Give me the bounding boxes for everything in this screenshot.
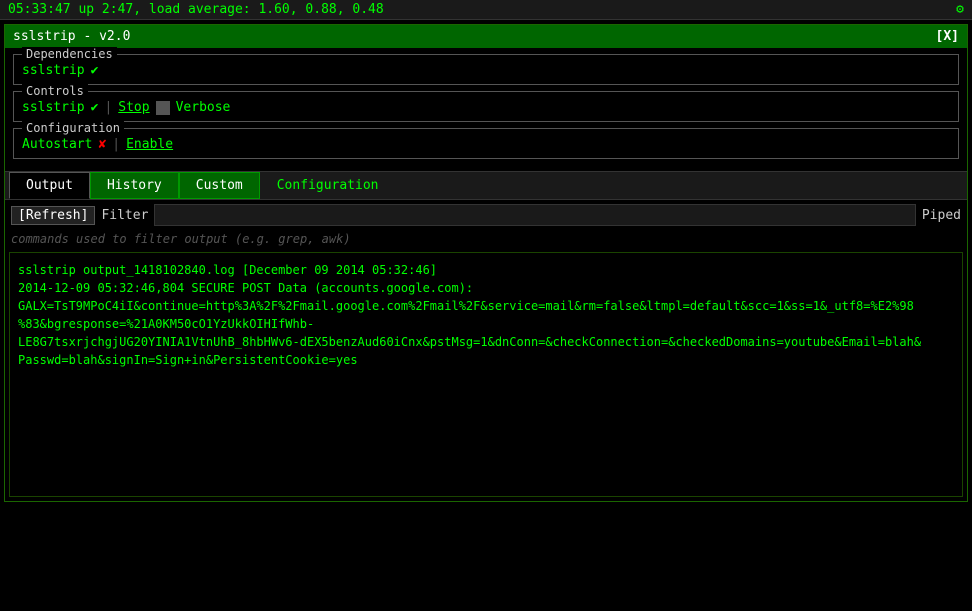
autostart-status: ✘: [98, 137, 106, 152]
settings-icon: ⚙: [956, 2, 964, 17]
window-close-button[interactable]: [X]: [936, 29, 959, 44]
dependencies-content: sslstrip ✔: [22, 61, 950, 78]
configuration-content: Autostart ✘ | Enable: [22, 135, 950, 152]
output-area[interactable]: sslstrip output_1418102840.log [December…: [9, 252, 963, 497]
status-text: 05:33:47 up 2:47, load average: 1.60, 0.…: [8, 2, 384, 17]
verbose-checkbox[interactable]: [156, 101, 170, 115]
controls-separator: |: [104, 100, 112, 115]
dependencies-label: Dependencies: [22, 47, 117, 61]
piped-label: Piped: [922, 208, 961, 223]
tab-output[interactable]: Output: [9, 172, 90, 199]
dependencies-item: sslstrip: [22, 63, 85, 78]
filter-input[interactable]: [154, 204, 915, 226]
output-line: 2014-12-09 05:32:46,804 SECURE POST Data…: [18, 279, 954, 297]
output-line: Passwd=blah&signIn=Sign+in&PersistentCoo…: [18, 351, 954, 369]
configuration-panel: Configuration Autostart ✘ | Enable: [13, 128, 959, 159]
output-line: %83&bgresponse=%21A0KM50cO1YzUkkOIHIfWhb…: [18, 315, 954, 333]
dependencies-panel: Dependencies sslstrip ✔: [13, 54, 959, 85]
autostart-label: Autostart: [22, 137, 92, 152]
dependencies-status: ✔: [91, 63, 99, 78]
output-line: sslstrip output_1418102840.log [December…: [18, 261, 954, 279]
controls-status: ✔: [91, 100, 99, 115]
tab-custom[interactable]: Custom: [179, 172, 260, 199]
tab-configuration[interactable]: Configuration: [260, 172, 396, 199]
tab-history[interactable]: History: [90, 172, 179, 199]
output-line: LE8G7tsxrjchgjUG20YINIA1VtnUhB_8hbHWv6-d…: [18, 333, 954, 351]
main-window: sslstrip - v2.0 [X] Dependencies sslstri…: [4, 24, 968, 502]
panels-area: Dependencies sslstrip ✔ Controls sslstri…: [5, 48, 967, 171]
configuration-label: Configuration: [22, 121, 124, 135]
controls-item: sslstrip: [22, 100, 85, 115]
controls-label: Controls: [22, 84, 88, 98]
controls-panel: Controls sslstrip ✔ | Stop Verbose: [13, 91, 959, 122]
output-line: GALX=TsT9MPoC4iI&continue=http%3A%2F%2Fm…: [18, 297, 954, 315]
filter-row: [Refresh] Filter Piped: [5, 200, 967, 230]
refresh-button[interactable]: [Refresh]: [11, 206, 95, 225]
config-separator: |: [112, 137, 120, 152]
controls-content: sslstrip ✔ | Stop Verbose: [22, 98, 950, 115]
enable-button[interactable]: Enable: [126, 137, 173, 152]
window-title-bar: sslstrip - v2.0 [X]: [5, 25, 967, 48]
pipe-hint: commands used to filter output (e.g. gre…: [5, 230, 967, 248]
tabs-bar: Output History Custom Configuration: [5, 171, 967, 200]
filter-label: Filter: [101, 208, 148, 223]
top-status-bar: 05:33:47 up 2:47, load average: 1.60, 0.…: [0, 0, 972, 20]
verbose-label: Verbose: [176, 100, 231, 115]
stop-button[interactable]: Stop: [118, 100, 149, 115]
window-title: sslstrip - v2.0: [13, 29, 130, 44]
